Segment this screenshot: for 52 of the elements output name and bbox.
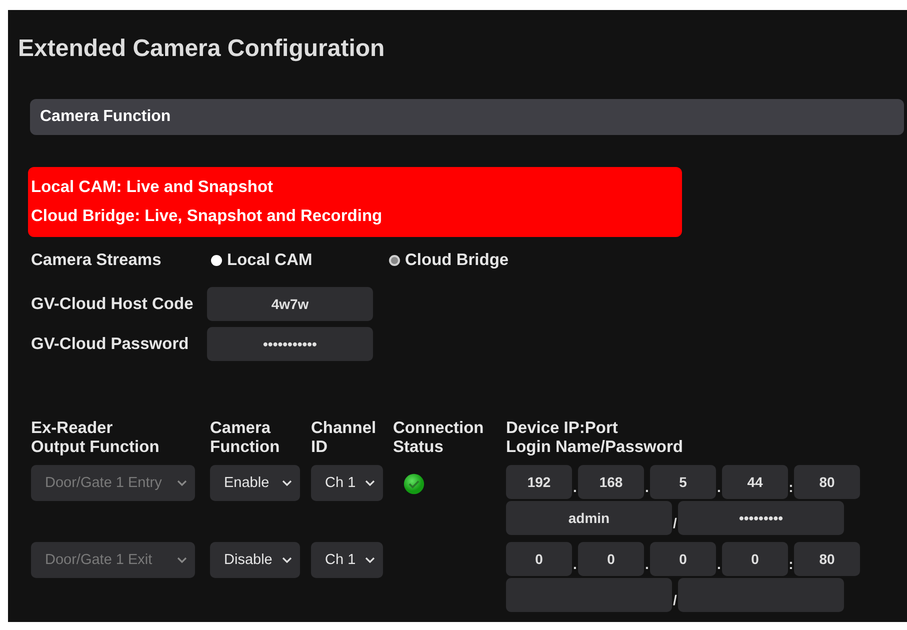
column-header: Channel ID: [311, 419, 378, 458]
port-field[interactable]: 80: [794, 465, 860, 499]
separator-text: .: [644, 479, 650, 497]
separator-text: .: [716, 479, 722, 497]
radio-icon[interactable]: [211, 254, 222, 266]
separator-text: .: [644, 556, 650, 574]
caret-icon: [177, 480, 187, 486]
function-dropdown[interactable]: Enable: [210, 465, 300, 501]
field-label: GV-Cloud Password: [31, 334, 190, 354]
password-field[interactable]: [678, 578, 844, 612]
channel-dropdown[interactable]: Ch 1: [311, 465, 383, 501]
login-field[interactable]: [506, 578, 672, 612]
column-header: Ex-Reader Output Function: [31, 419, 160, 458]
caret-icon: [282, 557, 292, 563]
ip-field[interactable]: 192: [506, 465, 572, 499]
field-label: Camera Streams: [31, 250, 162, 270]
ip-field[interactable]: 0: [578, 542, 644, 576]
separator-text: /: [672, 515, 678, 533]
channel-dropdown[interactable]: Ch 1: [311, 542, 383, 578]
ip-field[interactable]: 5: [650, 465, 716, 499]
password-field[interactable]: •••••••••: [678, 501, 844, 535]
radio-option[interactable]: Local CAM: [211, 250, 389, 270]
caret-icon: [177, 557, 187, 563]
caret-icon: [365, 480, 375, 486]
caret-icon: [365, 557, 375, 563]
separator-text: :: [788, 556, 794, 574]
ip-field[interactable]: 0: [722, 542, 788, 576]
notice-text: Local CAM: Live and Snapshot: [31, 177, 274, 198]
separator-text: .: [572, 556, 578, 574]
field-label: GV-Cloud Host Code: [31, 294, 194, 314]
radio-option[interactable]: Cloud Bridge: [389, 250, 567, 270]
notice-text: Cloud Bridge: Live, Snapshot and Recording: [31, 206, 384, 227]
radio-icon[interactable]: [389, 254, 400, 266]
ip-field[interactable]: 0: [506, 542, 572, 576]
ip-field[interactable]: 0: [650, 542, 716, 576]
login-field[interactable]: admin: [506, 501, 672, 535]
ip-field[interactable]: 168: [578, 465, 644, 499]
ip-field[interactable]: 44: [722, 465, 788, 499]
port-field[interactable]: 80: [794, 542, 860, 576]
caret-icon: [282, 480, 292, 486]
section-header: Camera Function: [30, 99, 904, 135]
separator-text: /: [672, 592, 678, 610]
input-field[interactable]: 4w7w: [207, 287, 373, 321]
function-dropdown[interactable]: Disable: [210, 542, 300, 578]
separator-text: :: [788, 479, 794, 497]
separator-text: .: [716, 556, 722, 574]
input-field[interactable]: •••••••••••: [207, 327, 373, 361]
column-header: Device IP:Port Login Name/Password: [506, 419, 684, 458]
separator-text: .: [572, 479, 578, 497]
page-title: Extended Camera Configuration: [18, 35, 386, 63]
column-header: Camera Function: [210, 419, 281, 458]
column-header: Connection Status: [393, 419, 485, 458]
